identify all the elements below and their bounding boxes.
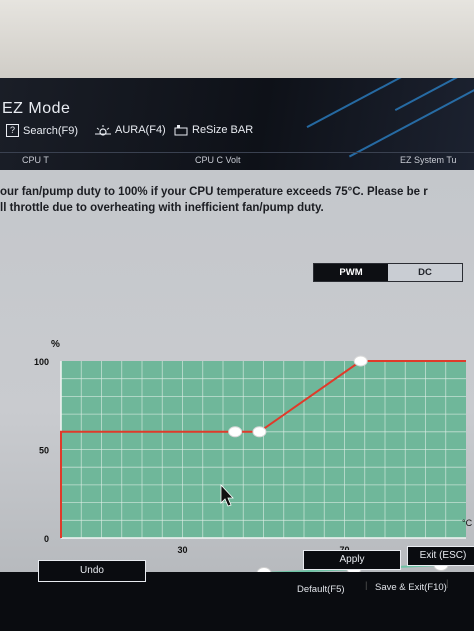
y-tick-label: 100 <box>34 357 49 367</box>
save-exit-button[interactable]: Save & Exit(F10) <box>375 582 447 593</box>
warning-line-2: ll throttle due to overheating with inef… <box>0 202 324 214</box>
footer-bar: Undo Apply Exit (ESC) Default(F5) | Save… <box>0 546 474 631</box>
curve-point-handle[interactable] <box>353 355 368 367</box>
exit-button[interactable]: Exit (ESC) <box>407 546 474 566</box>
aura-button[interactable]: AURA(F4) <box>95 124 166 136</box>
decor-streak <box>306 78 414 129</box>
curve-point-handle[interactable] <box>252 426 267 438</box>
aura-label: AURA(F4) <box>115 124 166 136</box>
bios-screen: EZ Mode ? Search(F9) AURA(F4) ReSize BAR… <box>0 78 474 631</box>
subtab-cpu-temp[interactable]: CPU T <box>22 155 49 165</box>
help-key-icon: ? <box>6 124 19 137</box>
default-button[interactable]: Default(F5) <box>297 584 345 595</box>
resize-bar-button[interactable]: ReSize BAR <box>174 124 253 136</box>
fan-curve-chart[interactable]: 0501003070100%°CStandardSilentTurboFull … <box>0 246 474 576</box>
top-bar: EZ Mode ? Search(F9) AURA(F4) ReSize BAR… <box>0 78 474 173</box>
background-wall <box>0 0 474 80</box>
resize-bar-icon <box>174 125 188 136</box>
aura-icon <box>95 125 111 136</box>
footer-divider: | <box>365 580 368 591</box>
subtab-cpu-voltage[interactable]: CPU C Volt <box>195 155 241 165</box>
y-tick-label: 0 <box>44 534 49 544</box>
y-axis-label: % <box>51 339 60 350</box>
undo-button[interactable]: Undo <box>38 560 146 582</box>
resize-label: ReSize BAR <box>192 124 254 136</box>
decor-streak <box>348 80 474 158</box>
subtab-strip: CPU T CPU C Volt EZ System Tu <box>0 152 474 169</box>
x-tick-label: 30 <box>177 545 187 555</box>
footer-divider: | <box>446 578 449 589</box>
search-button[interactable]: ? Search(F9) <box>6 124 78 137</box>
warning-line-1: our fan/pump duty to 100% if your CPU te… <box>0 186 428 198</box>
search-label: Search(F9) <box>23 124 79 137</box>
y-tick-label: 50 <box>39 446 49 456</box>
warning-text: our fan/pump duty to 100% if your CPU te… <box>0 184 474 216</box>
apply-button[interactable]: Apply <box>303 550 401 570</box>
page-title: EZ Mode <box>2 100 71 117</box>
x-axis-label: °C <box>462 518 473 528</box>
curve-point-handle[interactable] <box>228 426 243 438</box>
qfan-panel: our fan/pump duty to 100% if your CPU te… <box>0 170 474 576</box>
subtab-ez-system-tuning[interactable]: EZ System Tu <box>400 155 457 165</box>
chart-root: 0501003070100%°CStandardSilentTurboFull … <box>34 339 474 576</box>
